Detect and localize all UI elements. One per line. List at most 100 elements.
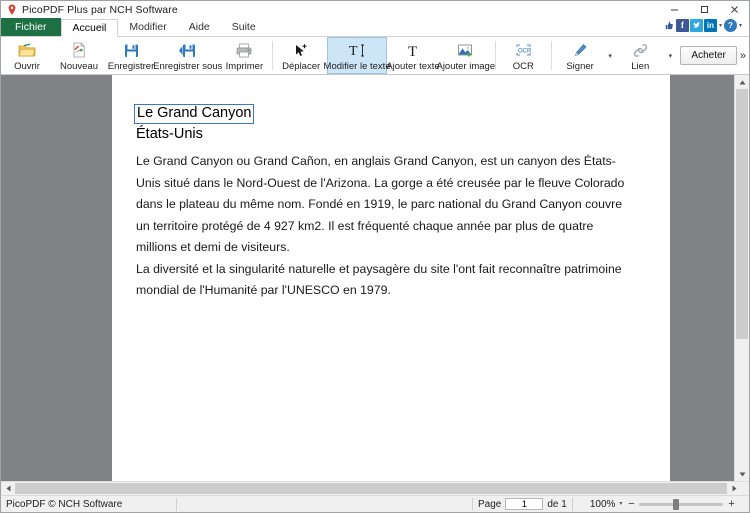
tab-suite[interactable]: Suite bbox=[221, 18, 267, 36]
zoom-slider[interactable] bbox=[639, 498, 724, 510]
linkedin-icon[interactable]: in bbox=[703, 19, 717, 32]
ribbon-imprimer[interactable]: Imprimer bbox=[218, 37, 270, 74]
zoom-slider-thumb[interactable] bbox=[673, 498, 680, 510]
page-number-input[interactable]: 1 bbox=[505, 498, 544, 510]
acheter-button[interactable]: Acheter bbox=[680, 46, 737, 65]
ocr-icon: OCR bbox=[512, 40, 534, 60]
pen-sign-icon bbox=[569, 40, 591, 60]
save-floppy-icon bbox=[120, 40, 142, 60]
ribbon-ocr[interactable]: OCR OCR bbox=[497, 37, 549, 74]
svg-text:OCR: OCR bbox=[518, 48, 532, 54]
ribbon-enregistrer[interactable]: Enregistrer bbox=[105, 37, 157, 74]
scroll-right-arrow-icon[interactable] bbox=[727, 482, 741, 495]
ribbon-modifier-le-texte-label: Modifier le texte bbox=[323, 61, 391, 72]
twitter-icon[interactable] bbox=[689, 19, 703, 32]
scroll-left-arrow-icon[interactable] bbox=[1, 482, 15, 495]
ribbon-separator-1 bbox=[272, 41, 274, 70]
help-caret-icon[interactable]: ▾ bbox=[739, 23, 742, 29]
social-caret-icon[interactable]: ▾ bbox=[719, 23, 722, 29]
open-folder-icon bbox=[16, 40, 38, 60]
ribbon-modifier-le-texte[interactable]: T Modifier le texte bbox=[324, 37, 391, 74]
horizontal-scrollbar-thumb[interactable] bbox=[15, 483, 727, 494]
ribbon-separator-2 bbox=[494, 41, 496, 70]
ribbon-enregistrer-label: Enregistrer bbox=[107, 61, 155, 72]
tab-aide[interactable]: Aide bbox=[178, 18, 221, 36]
help-icon[interactable]: ? bbox=[723, 19, 737, 32]
page-navigator: Page 1 de 1 bbox=[473, 496, 572, 512]
tab-aide-label: Aide bbox=[188, 21, 210, 33]
new-document-icon bbox=[68, 40, 90, 60]
ribbon-ajouter-image[interactable]: Ajouter image bbox=[436, 37, 495, 74]
ribbon-imprimer-label: Imprimer bbox=[225, 61, 264, 72]
help-glyph: ? bbox=[728, 20, 733, 30]
printer-icon bbox=[233, 40, 255, 60]
horizontal-scrollbar[interactable] bbox=[1, 481, 749, 495]
ribbon-ouvrir-label: Ouvrir bbox=[14, 61, 40, 72]
add-text-icon: T bbox=[402, 40, 424, 60]
tab-fichier[interactable]: Fichier bbox=[1, 18, 61, 36]
location-pin-icon bbox=[5, 3, 19, 17]
ribbon-ouvrir[interactable]: Ouvrir bbox=[1, 37, 53, 74]
picopdf-window: PicoPDF Plus par NCH Software Fichier Ac… bbox=[0, 0, 750, 513]
ribbon-toolbar: Ouvrir Nouveau Enregistrer Enregistrer s… bbox=[1, 37, 749, 75]
signer-dropdown-caret-icon[interactable]: ▾ bbox=[606, 37, 614, 74]
scroll-up-arrow-icon[interactable] bbox=[735, 75, 749, 89]
ribbon-separator-3 bbox=[551, 41, 553, 70]
tab-fichier-label: Fichier bbox=[15, 21, 47, 33]
document-subtitle[interactable]: États-Unis bbox=[136, 126, 203, 143]
document-workspace: Le Grand Canyon États-Unis Le Grand Cany… bbox=[1, 75, 749, 481]
window-controls bbox=[659, 1, 749, 18]
tab-suite-label: Suite bbox=[231, 21, 256, 33]
link-paperclip-icon bbox=[629, 40, 651, 60]
zoom-level-label[interactable]: 100% bbox=[590, 499, 616, 510]
zoom-slider-track bbox=[639, 502, 724, 506]
status-message-area bbox=[177, 496, 472, 512]
window-title: PicoPDF Plus par NCH Software bbox=[22, 3, 178, 16]
ribbon-enregistrer-sous[interactable]: Enregistrer sous bbox=[153, 37, 222, 74]
svg-text:T: T bbox=[408, 44, 417, 59]
pdf-page[interactable]: Le Grand Canyon États-Unis Le Grand Cany… bbox=[112, 75, 670, 481]
tab-accueil[interactable]: Accueil bbox=[60, 19, 119, 37]
close-button[interactable] bbox=[719, 1, 749, 18]
edit-text-icon: T bbox=[346, 40, 368, 60]
ribbon-signer-label: Signer bbox=[566, 61, 594, 72]
pdf-canvas[interactable]: Le Grand Canyon États-Unis Le Grand Cany… bbox=[1, 75, 734, 481]
ribbon-deplacer-label: Déplacer bbox=[282, 61, 321, 72]
maximize-button[interactable] bbox=[689, 1, 719, 18]
document-title-selection-box[interactable]: Le Grand Canyon bbox=[134, 104, 255, 124]
tab-accueil-label: Accueil bbox=[72, 22, 107, 34]
zoom-in-button[interactable]: + bbox=[726, 498, 736, 510]
status-bar: PicoPDF © NCH Software Page 1 de 1 100% … bbox=[1, 495, 749, 512]
document-paragraph-2[interactable]: La diversité et la singularité naturelle… bbox=[136, 259, 636, 302]
ribbon-deplacer[interactable]: Déplacer bbox=[275, 37, 327, 74]
facebook-glyph: f bbox=[680, 20, 684, 30]
ribbon-lien[interactable]: Lien bbox=[614, 37, 666, 74]
ribbon-nouveau-label: Nouveau bbox=[59, 61, 99, 72]
save-as-icon bbox=[177, 40, 199, 60]
thumbs-up-icon[interactable] bbox=[662, 19, 675, 32]
minimize-button[interactable] bbox=[659, 1, 689, 18]
title-bar: PicoPDF Plus par NCH Software bbox=[1, 1, 749, 18]
document-paragraph-1[interactable]: Le Grand Canyon ou Grand Cañon, en angla… bbox=[136, 151, 636, 259]
scroll-down-arrow-icon[interactable] bbox=[735, 467, 749, 481]
ribbon-ocr-label: OCR bbox=[512, 61, 534, 72]
status-copyright: PicoPDF © NCH Software bbox=[6, 498, 123, 510]
zoom-out-button[interactable]: − bbox=[626, 498, 636, 510]
page-label: Page bbox=[478, 498, 502, 510]
move-cursor-icon bbox=[290, 40, 312, 60]
vertical-scrollbar[interactable] bbox=[734, 75, 749, 481]
document-body[interactable]: Le Grand Canyon ou Grand Cañon, en angla… bbox=[136, 151, 636, 302]
zoom-dropdown-caret-icon[interactable]: ▾ bbox=[619, 501, 622, 507]
ribbon-overflow-icon[interactable]: » bbox=[740, 50, 746, 62]
facebook-icon[interactable]: f bbox=[675, 19, 689, 32]
tab-modifier[interactable]: Modifier bbox=[118, 18, 177, 36]
svg-text:T: T bbox=[349, 44, 358, 59]
ribbon-signer[interactable]: Signer bbox=[554, 37, 606, 74]
ribbon-ajouter-texte[interactable]: T Ajouter texte bbox=[386, 37, 439, 74]
tab-modifier-label: Modifier bbox=[129, 21, 167, 33]
vertical-scrollbar-thumb[interactable] bbox=[736, 89, 748, 339]
ribbon-enregistrer-sous-label: Enregistrer sous bbox=[153, 61, 223, 72]
document-title: Le Grand Canyon bbox=[137, 105, 252, 121]
lien-dropdown-caret-icon[interactable]: ▾ bbox=[666, 37, 674, 74]
ribbon-nouveau[interactable]: Nouveau bbox=[53, 37, 105, 74]
